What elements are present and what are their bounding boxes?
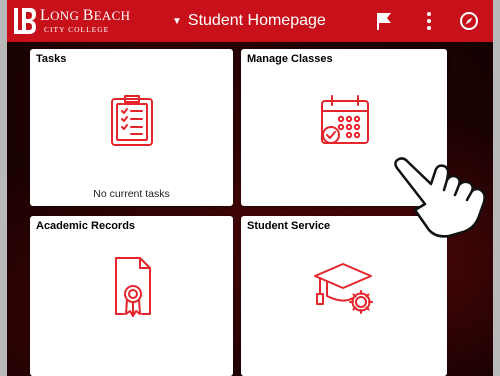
tile-student-service[interactable]: Student Service <box>241 216 447 376</box>
calendar-check-icon <box>321 95 369 144</box>
homepage-selector[interactable]: ▼ Student Homepage <box>172 12 326 30</box>
tile-academic-records[interactable]: Academic Records <box>30 216 233 376</box>
more-vertical-icon[interactable] <box>426 11 432 31</box>
graduation-cap-gear-icon <box>314 263 373 314</box>
logo-subtitle: CITY COLLEGE <box>44 25 110 35</box>
tasks-status: No current tasks <box>93 188 170 200</box>
college-logo[interactable]: LONG BEACH CITY COLLEGE <box>13 6 130 36</box>
tile-title: Tasks <box>36 53 67 65</box>
tile-title: Manage Classes <box>247 53 333 65</box>
flag-icon[interactable] <box>375 11 393 31</box>
app-frame: LONG BEACH CITY COLLEGE ▼ Student Homepa… <box>7 0 493 376</box>
logo-name: LONG BEACH <box>40 7 131 25</box>
page-title: Student Homepage <box>187 12 326 29</box>
lbcc-logo-icon <box>14 8 36 34</box>
pointing-hand-icon <box>394 157 486 238</box>
caret-down-icon: ▼ <box>172 15 182 27</box>
compass-icon[interactable] <box>459 11 479 31</box>
clipboard-checklist-icon <box>111 95 153 146</box>
certificate-document-icon <box>115 257 151 317</box>
tile-title: Academic Records <box>36 220 136 232</box>
tile-tasks[interactable]: Tasks No current tasks <box>30 49 233 206</box>
tile-title: Student Service <box>247 220 331 232</box>
header-bar: LONG BEACH CITY COLLEGE ▼ Student Homepa… <box>7 0 493 42</box>
